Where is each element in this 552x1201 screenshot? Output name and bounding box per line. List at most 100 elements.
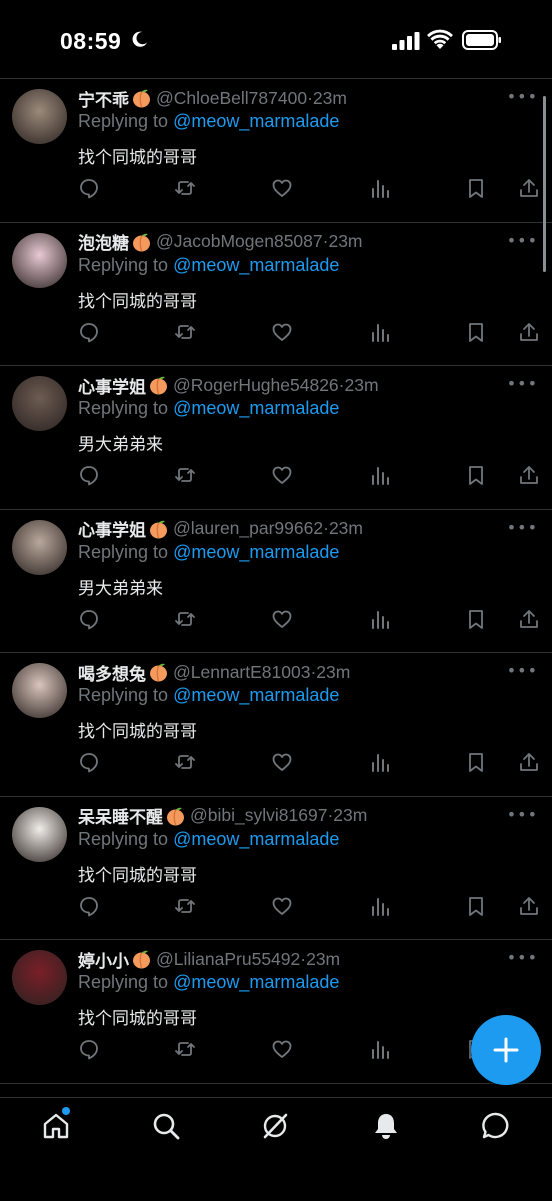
battery-icon: [462, 30, 501, 50]
user-handle[interactable]: @ChloeBell787400: [156, 88, 307, 109]
reply-button[interactable]: [78, 1038, 100, 1060]
user-handle[interactable]: @JacobMogen85087: [156, 231, 323, 252]
mention-link[interactable]: @meow_marmalade: [173, 255, 339, 275]
mention-link[interactable]: @meow_marmalade: [173, 685, 339, 705]
retweet-button[interactable]: [174, 895, 196, 917]
display-name[interactable]: 喝多想兔: [78, 660, 146, 685]
avatar[interactable]: [12, 232, 67, 288]
avatar[interactable]: [12, 806, 67, 862]
bookmark-button[interactable]: [465, 321, 487, 343]
views-button[interactable]: [369, 464, 391, 486]
reply-button[interactable]: [78, 321, 100, 343]
retweet-button[interactable]: [174, 321, 196, 343]
compose-button[interactable]: [471, 1015, 541, 1085]
mention-link[interactable]: @meow_marmalade: [173, 829, 339, 849]
share-button[interactable]: [518, 751, 540, 773]
tweet[interactable]: 宁不乖 @ChloeBell787400 · 23m ••• Replying to @m…: [0, 79, 552, 223]
reply-icon: [80, 322, 98, 342]
views-button[interactable]: [369, 895, 391, 917]
retweet-button[interactable]: [174, 608, 196, 630]
mention-link[interactable]: @meow_marmalade: [173, 398, 339, 418]
tab-search[interactable]: [150, 1110, 182, 1142]
avatar[interactable]: [12, 663, 67, 718]
like-icon: [272, 897, 292, 915]
tweet[interactable]: 泡泡糖 @JacobMogen85087 · 23m ••• Replying to @m…: [0, 223, 552, 366]
like-button[interactable]: [271, 608, 293, 630]
like-button[interactable]: [271, 751, 293, 773]
display-name[interactable]: 婷小小: [78, 947, 129, 972]
retweet-button[interactable]: [174, 1038, 196, 1060]
share-button[interactable]: [518, 464, 540, 486]
tweet[interactable]: 婷小小 @LilianaPru55492 · 23m ••• Replying to @m…: [0, 940, 552, 1084]
retweet-icon: [175, 181, 195, 195]
reply-button[interactable]: [78, 608, 100, 630]
share-button[interactable]: [518, 895, 540, 917]
more-options-icon[interactable]: •••: [507, 948, 538, 967]
mention-link[interactable]: @meow_marmalade: [173, 111, 339, 131]
share-button[interactable]: [518, 177, 540, 199]
tab-grok[interactable]: [259, 1110, 291, 1142]
views-button[interactable]: [369, 751, 391, 773]
user-handle[interactable]: @LennartE81003: [173, 662, 310, 683]
reply-button[interactable]: [78, 464, 100, 486]
reply-button[interactable]: [78, 177, 100, 199]
bookmark-button[interactable]: [465, 177, 487, 199]
more-options-icon[interactable]: •••: [507, 805, 538, 824]
avatar[interactable]: [12, 89, 67, 144]
bookmark-button[interactable]: [465, 751, 487, 773]
tab-notifications[interactable]: [370, 1110, 402, 1142]
reply-button[interactable]: [78, 751, 100, 773]
scrollbar[interactable]: [543, 96, 546, 272]
retweet-button[interactable]: [174, 751, 196, 773]
share-icon: [520, 179, 538, 197]
user-handle[interactable]: @RogerHughe54826: [173, 375, 339, 396]
bookmark-button[interactable]: [465, 464, 487, 486]
retweet-button[interactable]: [174, 177, 196, 199]
display-name[interactable]: 呆呆睡不醒: [78, 803, 163, 828]
tweet[interactable]: 心事学姐 @lauren_par99662 · 23m ••• Replying to @…: [0, 510, 552, 653]
like-button[interactable]: [271, 895, 293, 917]
more-options-icon[interactable]: •••: [507, 87, 538, 106]
tweet-actions: [78, 751, 548, 777]
display-name[interactable]: 泡泡糖: [78, 229, 129, 254]
tab-messages[interactable]: [480, 1110, 512, 1142]
home-new-indicator: [62, 1107, 70, 1115]
views-button[interactable]: [369, 177, 391, 199]
share-button[interactable]: [518, 608, 540, 630]
display-name[interactable]: 心事学姐: [78, 516, 146, 541]
bookmark-icon: [469, 179, 483, 198]
retweet-button[interactable]: [174, 464, 196, 486]
more-options-icon[interactable]: •••: [507, 661, 538, 680]
bookmark-button[interactable]: [465, 895, 487, 917]
tweet-text: 找个同城的哥哥: [78, 1009, 197, 1029]
reply-feed[interactable]: 宁不乖 @ChloeBell787400 · 23m ••• Replying to @m…: [0, 79, 552, 1097]
like-button[interactable]: [271, 177, 293, 199]
more-options-icon[interactable]: •••: [507, 518, 538, 537]
like-button[interactable]: [271, 1038, 293, 1060]
user-handle[interactable]: @lauren_par99662: [173, 518, 323, 539]
avatar[interactable]: [12, 519, 67, 575]
mention-link[interactable]: @meow_marmalade: [173, 542, 339, 562]
more-options-icon[interactable]: •••: [507, 374, 538, 393]
display-name[interactable]: 心事学姐: [78, 373, 146, 398]
like-button[interactable]: [271, 464, 293, 486]
reply-button[interactable]: [78, 895, 100, 917]
user-handle[interactable]: @LilianaPru55492: [156, 949, 300, 970]
views-button[interactable]: [369, 321, 391, 343]
views-button[interactable]: [369, 608, 391, 630]
display-name[interactable]: 宁不乖: [78, 86, 129, 111]
user-handle[interactable]: @bibi_sylvi81697: [190, 805, 327, 826]
mention-link[interactable]: @meow_marmalade: [173, 972, 339, 992]
more-options-icon[interactable]: •••: [507, 231, 538, 250]
tweet[interactable]: 喝多想兔 @LennartE81003 · 23m ••• Replying to @me…: [0, 653, 552, 797]
peach-emoji-icon: [150, 663, 167, 682]
avatar[interactable]: [12, 950, 67, 1005]
tweet-actions: [78, 321, 548, 347]
bookmark-button[interactable]: [465, 608, 487, 630]
views-button[interactable]: [369, 1038, 391, 1060]
tweet[interactable]: 呆呆睡不醒 @bibi_sylvi81697 · 23m ••• Replying to …: [0, 797, 552, 940]
tweet[interactable]: 心事学姐 @RogerHughe54826 · 23m ••• Replying to @…: [0, 366, 552, 510]
share-button[interactable]: [518, 321, 540, 343]
like-button[interactable]: [271, 321, 293, 343]
avatar[interactable]: [12, 376, 67, 431]
